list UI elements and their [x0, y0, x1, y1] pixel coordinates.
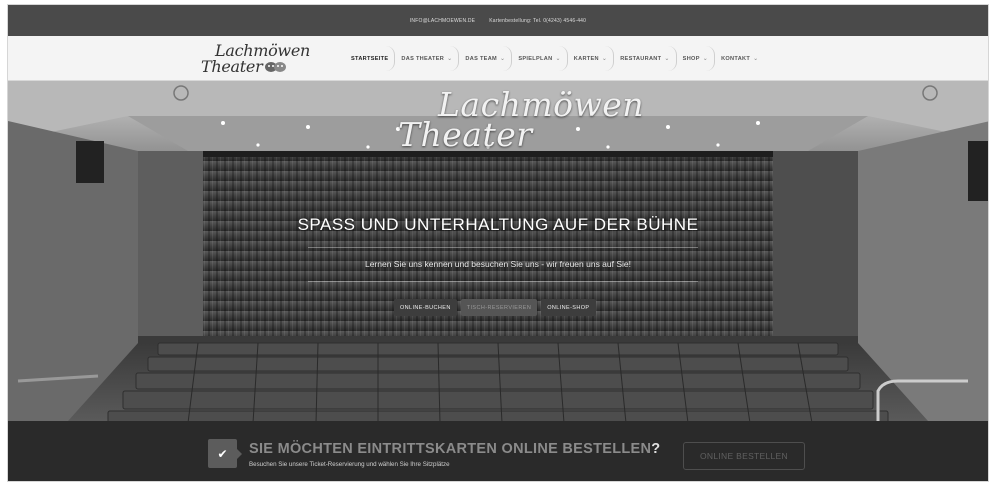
chevron-down-icon: ⌄	[555, 56, 561, 62]
online-buchen-button[interactable]: ONLINE-BUCHEN	[394, 299, 457, 316]
menu-item-das-theater[interactable]: DAS THEATER ⌄	[395, 46, 460, 71]
menu-label: SPIELPLAN	[518, 55, 553, 62]
hero-logo: Lachmöwen Theater	[398, 85, 644, 155]
checkmark-icon: ✔	[208, 439, 242, 468]
chevron-down-icon: ⌄	[664, 56, 670, 62]
menu-label: STARTSEITE	[351, 55, 389, 62]
online-bestellen-button[interactable]: ONLINE BESTELLEN	[683, 442, 805, 470]
chevron-down-icon: ⌄	[447, 56, 453, 62]
hero-section: Lachmöwen Theater SPASS UND UNTERHALTUNG…	[8, 81, 988, 421]
site-logo[interactable]: Lachmöwen Theater	[201, 41, 310, 77]
menu-label: RESTAURANT	[620, 55, 662, 62]
ticket-banner: ✔ SIE MÖCHTEN EINTRITTSKARTEN ONLINE BES…	[8, 421, 988, 481]
divider	[308, 247, 698, 248]
chevron-down-icon: ⌄	[500, 56, 506, 62]
menu-label: KONTAKT	[721, 55, 751, 62]
hero-buttons: ONLINE-BUCHEN TISCH-RESERVIEREN ONLINE-S…	[394, 299, 596, 316]
theater-masks-icon	[265, 62, 286, 72]
ticket-banner-subtitle: Besuchen Sie unsere Ticket-Reservierung …	[249, 461, 450, 468]
menu-item-spielplan[interactable]: SPIELPLAN ⌄	[512, 46, 568, 71]
chevron-down-icon: ⌄	[753, 56, 759, 62]
main-navigation: Lachmöwen Theater STARTSEITE DAS THEATER…	[8, 36, 988, 81]
divider	[308, 281, 698, 282]
tisch-reservieren-button[interactable]: TISCH-RESERVIEREN	[460, 299, 538, 316]
hero-logo-line2: Theater	[398, 115, 533, 154]
menu-item-kontakt[interactable]: KONTAKT ⌄	[715, 46, 764, 71]
menu-item-karten[interactable]: KARTEN ⌄	[568, 46, 615, 71]
hero-subline: Lernen Sie uns kennen und besuchen Sie u…	[364, 259, 632, 269]
phone-info: Kartenbestellung: Tel. 0(4243) 4546-440	[489, 17, 587, 24]
menu-item-restaurant[interactable]: RESTAURANT ⌄	[614, 46, 677, 71]
menu-item-startseite[interactable]: STARTSEITE	[345, 46, 396, 71]
chevron-down-icon: ⌄	[702, 56, 709, 62]
menu-label: DAS TEAM	[465, 55, 498, 62]
email-link[interactable]: INFO@LACHMOEWEN.DE	[410, 18, 475, 24]
top-info-bar: INFO@LACHMOEWEN.DE Kartenbestellung: Tel…	[8, 5, 988, 36]
logo-text-line2: Theater	[201, 57, 263, 76]
menu-bar: STARTSEITE DAS THEATER ⌄ DAS TEAM ⌄ SPIELP…	[345, 46, 764, 71]
menu-label: KARTEN	[573, 55, 599, 62]
menu-label: SHOP	[682, 55, 700, 62]
menu-item-das-team[interactable]: DAS TEAM ⌄	[459, 46, 513, 71]
ticket-banner-title: SIE MÖCHTEN EINTRITTSKARTEN ONLINE BESTE…	[249, 441, 660, 457]
menu-label: DAS THEATER	[401, 55, 445, 62]
ticket-banner-title-text: SIE MÖCHTEN EINTRITTSKARTEN ONLINE BESTE…	[249, 441, 652, 457]
chevron-down-icon: ⌄	[601, 56, 608, 62]
menu-item-shop[interactable]: SHOP ⌄	[677, 46, 716, 71]
ticket-banner-title-mark: ?	[651, 441, 661, 457]
browser-page: INFO@LACHMOEWEN.DE Kartenbestellung: Tel…	[7, 4, 989, 482]
online-shop-button[interactable]: ONLINE-SHOP	[541, 299, 596, 316]
hero-headline: SPASS UND UNTERHALTUNG AUF DER BÜHNE	[297, 215, 699, 234]
